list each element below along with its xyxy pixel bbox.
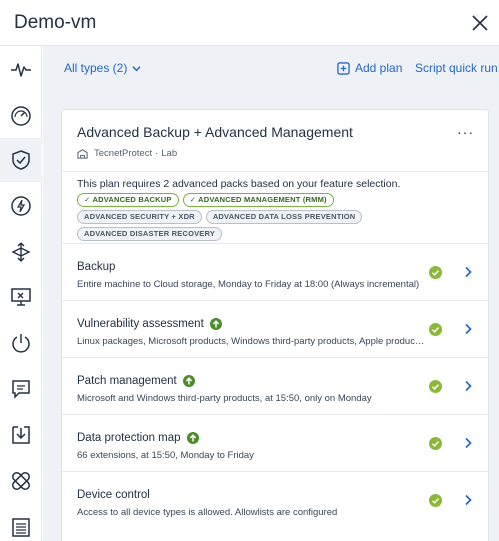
module-name: Vulnerability assessment: [77, 318, 222, 330]
status-ok-icon: [429, 266, 442, 279]
pack-badge: ✓ ADVANCED BACKUP: [77, 193, 179, 207]
toolbar: All types (2) Add plan Script quick run: [43, 46, 499, 92]
module-backup[interactable]: Backup Entire machine to Cloud storage, …: [62, 244, 488, 301]
module-name: Device control: [77, 489, 150, 501]
main-panel: All types (2) Add plan Script quick run …: [43, 46, 499, 541]
module-description: Access to all device types is allowed. A…: [77, 507, 338, 518]
module-device-control[interactable]: Device control Access to all device type…: [62, 472, 488, 529]
sidebar-item-downloads[interactable]: [0, 413, 42, 457]
chevron-right-icon: [465, 494, 472, 506]
module-name: Patch management: [77, 375, 195, 387]
organization-icon: [77, 149, 88, 159]
plan-title: Advanced Backup + Advanced Management: [77, 124, 353, 140]
sidebar: [0, 46, 42, 541]
shield-check-icon: [12, 150, 30, 170]
module-description: Linux packages, Microsoft products, Wind…: [77, 336, 425, 347]
module-description: Entire machine to Cloud storage, Monday …: [77, 279, 420, 290]
sidebar-item-patch[interactable]: [0, 459, 42, 503]
chat-icon: [12, 380, 30, 399]
close-icon: [472, 15, 488, 31]
module-vulnerability-assessment[interactable]: Vulnerability assessment Linux packages,…: [62, 301, 488, 358]
module-name: Backup: [77, 261, 116, 273]
add-plan-button[interactable]: Add plan: [337, 61, 402, 75]
pack-badge: ADVANCED DATA LOSS PREVENTION: [205, 210, 363, 224]
network-arrows-icon: [11, 242, 31, 262]
pack-badge: ✓ ADVANCED MANAGEMENT (RMM): [182, 193, 334, 207]
status-ok-icon: [429, 380, 442, 393]
pack-badge: ADVANCED DISASTER RECOVERY: [77, 227, 223, 241]
upgrade-arrow-icon: [209, 318, 222, 330]
chevron-down-icon: [132, 65, 141, 71]
title-bar: Demo-vm: [0, 0, 499, 46]
status-ok-icon: [429, 494, 442, 507]
owner-unit: Lab: [161, 148, 178, 159]
owner-name: TecnetProtect: [94, 148, 153, 159]
module-description: 66 extensions, at 15:50, Monday to Frida…: [77, 450, 254, 461]
plan-header: Advanced Backup + Advanced Management ··…: [62, 110, 488, 172]
activity-icon: [11, 63, 31, 77]
notice-text: This plan requires 2 advanced packs base…: [77, 178, 401, 190]
sidebar-item-remote-desktop[interactable]: [0, 275, 42, 319]
chevron-right-icon: [465, 323, 472, 335]
module-patch-management[interactable]: Patch management Microsoft and Windows t…: [62, 358, 488, 415]
power-icon: [12, 334, 30, 353]
plan-owner: TecnetProtect · Lab: [77, 148, 177, 159]
chevron-right-icon: [465, 380, 472, 392]
sidebar-item-reports[interactable]: [0, 505, 42, 541]
close-button[interactable]: [469, 12, 491, 34]
sidebar-item-protection[interactable]: [0, 138, 42, 182]
status-ok-icon: [429, 323, 442, 336]
status-ok-icon: [429, 437, 442, 450]
upgrade-arrow-icon: [186, 432, 199, 444]
pack-badge: ADVANCED SECURITY + XDR: [77, 210, 202, 224]
sidebar-item-dashboard[interactable]: [0, 94, 42, 138]
remote-desktop-icon: [11, 288, 31, 306]
add-square-icon: [337, 61, 350, 75]
module-data-protection-map[interactable]: Data protection map 66 extensions, at 15…: [62, 415, 488, 472]
sidebar-item-network[interactable]: [0, 230, 42, 274]
owner-separator: ·: [155, 148, 159, 159]
download-tray-icon: [12, 426, 30, 444]
sidebar-item-power[interactable]: [0, 321, 42, 365]
module-name: Data protection map: [77, 432, 199, 444]
patch-bandage-icon: [12, 472, 30, 490]
window-title: Demo-vm: [14, 12, 97, 33]
advanced-packs-notice: This plan requires 2 advanced packs base…: [62, 172, 488, 244]
document-list-icon: [12, 518, 30, 537]
sidebar-item-automation[interactable]: [0, 184, 42, 228]
chevron-right-icon: [465, 266, 472, 278]
more-options-button[interactable]: ···: [457, 124, 474, 140]
dashboard-gauge-icon: [11, 106, 31, 126]
types-filter-dropdown[interactable]: All types (2): [64, 61, 141, 75]
lightning-icon: [11, 196, 31, 216]
plan-card: Advanced Backup + Advanced Management ··…: [61, 109, 489, 541]
types-filter-label: All types (2): [64, 61, 128, 75]
pack-badges: ✓ ADVANCED BACKUP ✓ ADVANCED MANAGEMENT …: [77, 193, 377, 241]
add-plan-label: Add plan: [355, 61, 403, 75]
chevron-right-icon: [465, 437, 472, 449]
upgrade-arrow-icon: [182, 375, 195, 387]
sidebar-item-chat[interactable]: [0, 367, 42, 411]
sidebar-item-activity[interactable]: [0, 48, 42, 92]
module-description: Microsoft and Windows third-party produc…: [77, 393, 372, 404]
script-quick-run-button[interactable]: Script quick run: [415, 61, 498, 75]
